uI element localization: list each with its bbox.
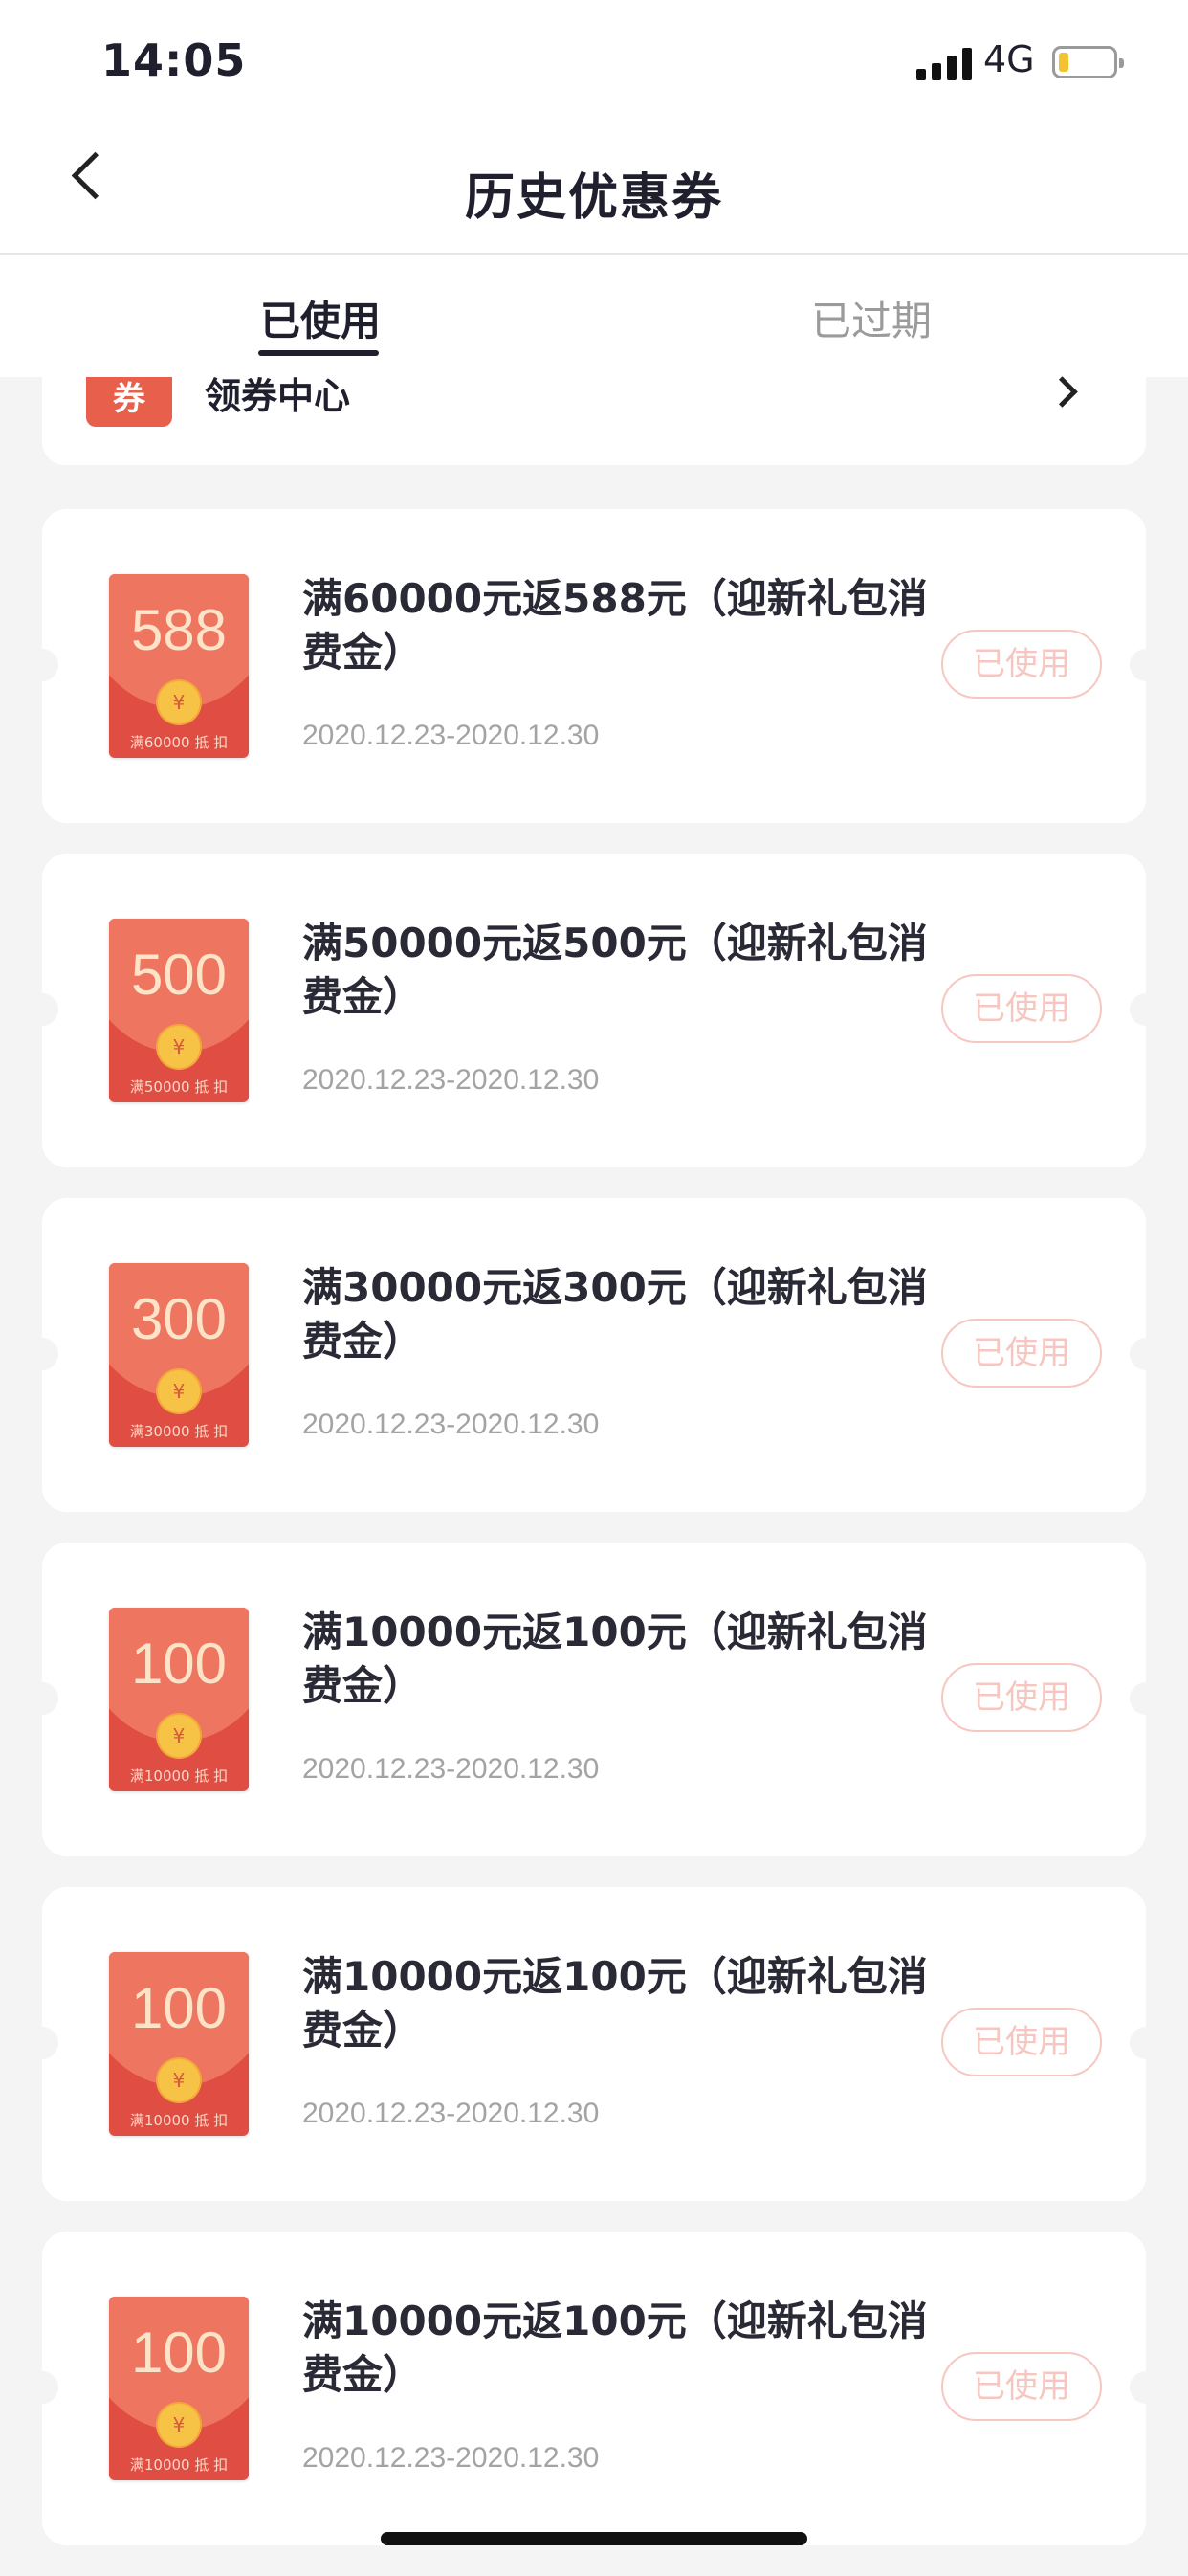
coupon-condition: 满10000 抵 扣 (129, 2456, 229, 2474)
red-envelope-icon: 588 ¥ 满60000 抵 扣 (109, 574, 249, 758)
coupon-tag-icon: 券 (86, 377, 172, 427)
coin-icon: ¥ (158, 681, 200, 723)
tab-used[interactable]: 已使用 (260, 289, 381, 347)
coin-icon: ¥ (158, 1370, 200, 1412)
used-status-badge: 已使用 (941, 630, 1102, 699)
coupon-condition: 满50000 抵 扣 (129, 1078, 229, 1096)
coin-icon: ¥ (158, 2404, 200, 2446)
coupon-list: 588 ¥ 满60000 抵 扣 满60000元返588元（迎新礼包消费金） 2… (26, 509, 1162, 2576)
coupon-card[interactable]: 500 ¥ 满50000 抵 扣 满50000元返500元（迎新礼包消费金） 2… (26, 854, 1162, 1167)
signal-icon (916, 46, 972, 80)
tab-expired[interactable]: 已过期 (811, 289, 932, 347)
coupon-date: 2020.12.23-2020.12.30 (302, 2098, 600, 2129)
coupon-date: 2020.12.23-2020.12.30 (302, 2442, 600, 2474)
coupon-center-link[interactable]: 券 领券中心 (42, 375, 1146, 465)
coupon-amount: 100 (130, 2321, 228, 2385)
network-type: 4G (983, 38, 1035, 80)
coupon-condition: 满10000 抵 扣 (129, 1767, 229, 1785)
coin-icon: ¥ (158, 1026, 200, 1068)
top-bar: 14:05 4G 历史优惠券 (0, 0, 1188, 255)
coupon-title: 满10000元返100元（迎新礼包消费金） (302, 1953, 928, 2054)
red-envelope-icon: 300 ¥ 满30000 抵 扣 (109, 1263, 249, 1447)
coupon-card[interactable]: 588 ¥ 满60000 抵 扣 满60000元返588元（迎新礼包消费金） 2… (26, 509, 1162, 823)
coupon-center-label: 领券中心 (205, 375, 351, 417)
coupon-title: 满60000元返588元（迎新礼包消费金） (302, 575, 928, 676)
coupon-date: 2020.12.23-2020.12.30 (302, 720, 600, 751)
coupon-amount: 588 (130, 598, 228, 662)
used-status-badge: 已使用 (941, 974, 1102, 1043)
coupon-amount: 500 (130, 943, 228, 1007)
red-envelope-icon: 100 ¥ 满10000 抵 扣 (109, 1952, 249, 2136)
coupon-card[interactable]: 100 ¥ 满10000 抵 扣 满10000元返100元（迎新礼包消费金） 2… (26, 1887, 1162, 2201)
coupon-date: 2020.12.23-2020.12.30 (302, 1753, 600, 1785)
coupon-amount: 100 (130, 1976, 228, 2040)
chevron-right-icon (1046, 376, 1078, 408)
coupon-title: 满10000元返100元（迎新礼包消费金） (302, 2298, 928, 2398)
coupon-card[interactable]: 300 ¥ 满30000 抵 扣 满30000元返300元（迎新礼包消费金） 2… (26, 1198, 1162, 1512)
home-indicator[interactable] (381, 2532, 807, 2545)
red-envelope-icon: 500 ¥ 满50000 抵 扣 (109, 919, 249, 1102)
coupon-card[interactable]: 100 ¥ 满10000 抵 扣 满10000元返100元（迎新礼包消费金） 2… (26, 2232, 1162, 2545)
used-status-badge: 已使用 (941, 1319, 1102, 1388)
battery-icon (1052, 46, 1124, 78)
coupon-date: 2020.12.23-2020.12.30 (302, 1064, 600, 1096)
used-status-badge: 已使用 (941, 2008, 1102, 2076)
coin-icon: ¥ (158, 1715, 200, 1757)
coupon-date: 2020.12.23-2020.12.30 (302, 1409, 600, 1440)
coupon-condition: 满30000 抵 扣 (129, 1423, 229, 1440)
status-time: 14:05 (101, 34, 247, 86)
used-status-badge: 已使用 (941, 2352, 1102, 2421)
tab-active-indicator (258, 350, 379, 356)
red-envelope-icon: 100 ¥ 满10000 抵 扣 (109, 2297, 249, 2480)
coupon-condition: 满10000 抵 扣 (129, 2112, 229, 2129)
coupon-title: 满30000元返300元（迎新礼包消费金） (302, 1264, 928, 1365)
coupon-amount: 100 (130, 1632, 228, 1696)
coupon-amount: 300 (130, 1287, 228, 1351)
coupon-card[interactable]: 100 ¥ 满10000 抵 扣 满10000元返100元（迎新礼包消费金） 2… (26, 1543, 1162, 1856)
used-status-badge: 已使用 (941, 1663, 1102, 1732)
page-title: 历史优惠券 (464, 169, 723, 227)
coupon-condition: 满60000 抵 扣 (129, 734, 229, 751)
coupon-title: 满50000元返500元（迎新礼包消费金） (302, 920, 928, 1020)
coupon-title: 满10000元返100元（迎新礼包消费金） (302, 1609, 928, 1709)
coin-icon: ¥ (158, 2059, 200, 2101)
tab-bar: 已使用 已过期 (0, 255, 1188, 377)
red-envelope-icon: 100 ¥ 满10000 抵 扣 (109, 1608, 249, 1791)
